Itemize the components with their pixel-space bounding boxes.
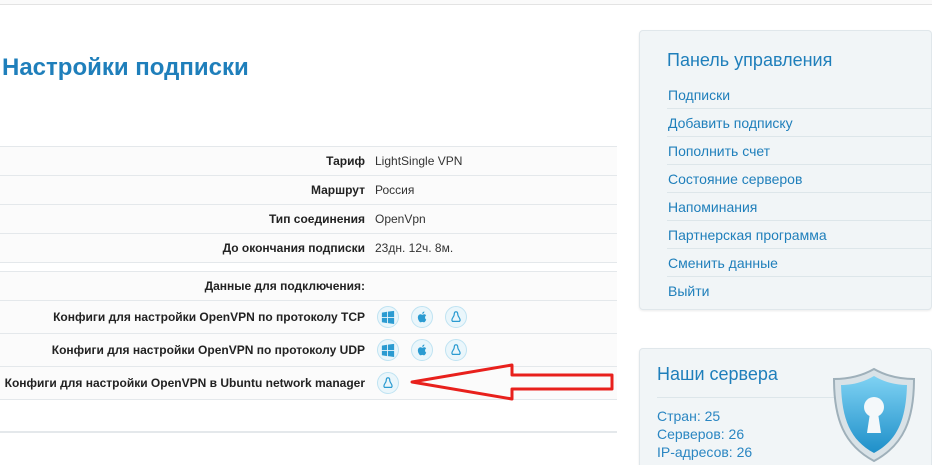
config-row-udp: Конфиги для настройки OpenVPN по протоко… xyxy=(0,333,617,366)
detail-value: Россия xyxy=(375,183,415,197)
menu-link[interactable]: Подписки xyxy=(667,81,932,109)
servers-count: Серверов: 26 xyxy=(657,426,745,442)
menu-item-change-data: Сменить данные xyxy=(667,249,932,277)
detail-label: Тариф xyxy=(326,154,365,168)
control-panel-title: Панель управления xyxy=(667,50,833,70)
menu-item-logout: Выйти xyxy=(667,277,932,305)
empty-row xyxy=(0,399,617,431)
config-label: Конфиги для настройки OpenVPN по протоко… xyxy=(51,343,365,357)
config-label: Конфиги для настройки OpenVPN по протоко… xyxy=(53,310,365,324)
servers-title: Наши сервера xyxy=(657,364,778,384)
detail-row-route: Маршрут Россия xyxy=(0,175,617,204)
control-panel-menu: Подписки Добавить подписку Пополнить сче… xyxy=(667,81,932,305)
menu-item-top-up: Пополнить счет xyxy=(667,137,932,165)
menu-link[interactable]: Партнерская программа xyxy=(667,221,932,249)
menu-link[interactable]: Пополнить счет xyxy=(667,137,932,165)
menu-link[interactable]: Выйти xyxy=(667,277,932,305)
menu-item-subscriptions: Подписки xyxy=(667,81,932,109)
menu-item-add-subscription: Добавить подписку xyxy=(667,109,932,137)
detail-value: LightSingle VPN xyxy=(375,154,463,168)
detail-value: 23дн. 12ч. 8м. xyxy=(375,241,454,255)
config-download-icons xyxy=(377,306,467,328)
menu-item-partner-program: Партнерская программа xyxy=(667,221,932,249)
windows-icon[interactable] xyxy=(377,339,399,361)
detail-row-expiry: До окончания подписки 23дн. 12ч. 8м. xyxy=(0,233,617,262)
detail-row-connection-type: Тип соединения OpenVpn xyxy=(0,204,617,233)
config-download-icons xyxy=(377,339,467,361)
config-row-tcp: Конфиги для настройки OpenVPN по протоко… xyxy=(0,300,617,333)
menu-link[interactable]: Добавить подписку xyxy=(667,109,932,137)
row-spacer xyxy=(0,262,617,271)
connection-heading-row: Данные для подключения: xyxy=(0,271,617,300)
menu-item-reminders: Напоминания xyxy=(667,193,932,221)
detail-value: OpenVpn xyxy=(375,212,426,226)
detail-row-tariff: Тариф LightSingle VPN xyxy=(0,146,617,175)
empty-row xyxy=(0,431,617,433)
linux-icon[interactable] xyxy=(377,372,399,394)
shield-keyhole-icon xyxy=(832,367,916,463)
connection-heading: Данные для подключения: xyxy=(204,279,365,293)
arrow-shape xyxy=(410,363,614,401)
apple-icon[interactable] xyxy=(411,339,433,361)
ip-count: IP-адресов: 26 xyxy=(657,444,753,460)
top-border xyxy=(0,0,932,5)
menu-link[interactable]: Состояние серверов xyxy=(667,165,932,193)
detail-label: Тип соединения xyxy=(268,212,365,226)
control-panel: Панель управления Подписки Добавить подп… xyxy=(639,30,932,310)
apple-icon[interactable] xyxy=(411,306,433,328)
page-title: Настройки подписки xyxy=(2,54,249,81)
windows-icon[interactable] xyxy=(377,306,399,328)
menu-link[interactable]: Сменить данные xyxy=(667,249,932,277)
servers-panel: Наши сервера Стран: 25 Серверов: 26 IP-а… xyxy=(639,348,932,465)
red-arrow-annotation xyxy=(410,363,614,401)
countries-count: Стран: 25 xyxy=(657,408,721,424)
config-label: Конфиги для настройки OpenVPN в Ubuntu n… xyxy=(4,376,365,390)
linux-icon[interactable] xyxy=(445,306,467,328)
menu-item-server-status: Состояние серверов xyxy=(667,165,932,193)
config-download-icons xyxy=(377,372,399,394)
detail-label: Маршрут xyxy=(310,183,365,197)
divider xyxy=(657,397,837,398)
detail-label: До окончания подписки xyxy=(222,241,365,255)
linux-icon[interactable] xyxy=(445,339,467,361)
menu-link[interactable]: Напоминания xyxy=(667,193,932,221)
